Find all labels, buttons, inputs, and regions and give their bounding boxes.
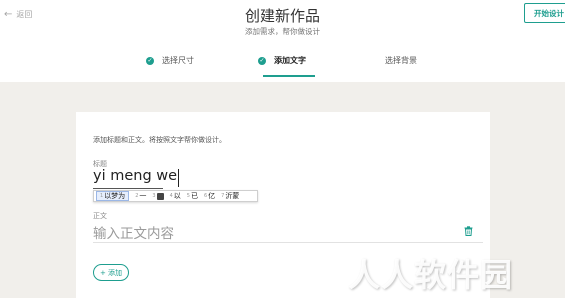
- ime-candidate[interactable]: 2 一: [135, 191, 146, 201]
- ime-candidate-bar: 1 以梦为 2 一 3 4 以 5 已 6 亿 7 沂蒙: [93, 190, 258, 202]
- body-input-underline: [93, 242, 483, 243]
- body-input[interactable]: 输入正文内容: [93, 222, 174, 242]
- text-caret: [178, 169, 180, 187]
- step-label: 选择背景: [385, 56, 417, 65]
- trash-icon[interactable]: [464, 226, 473, 236]
- title-input-value: yi meng we: [93, 168, 178, 184]
- title-input-underline: [93, 188, 163, 189]
- form-hint: 添加标题和正文。将按照文字帮你做设计。: [93, 136, 226, 144]
- body-label: 正文: [93, 212, 107, 220]
- step-add-text[interactable]: ✓ 添加文字: [258, 55, 306, 66]
- image-candidate-icon: [156, 192, 164, 200]
- active-step-indicator: [263, 75, 315, 77]
- title-input[interactable]: yi meng we: [93, 168, 256, 188]
- ime-candidate[interactable]: 3: [152, 192, 164, 200]
- ime-candidate[interactable]: 4 以: [170, 191, 181, 201]
- ime-candidate[interactable]: 7 沂蒙: [221, 191, 239, 201]
- step-select-background[interactable]: 选择背景: [385, 55, 417, 66]
- add-field-button[interactable]: + 添加: [93, 264, 129, 281]
- ime-candidate[interactable]: 6 亿: [204, 191, 215, 201]
- header-bar: ← 返回 创建新作品 添加需求，帮你做设计 ✓ 选择尺寸 ✓ 添加文字 选择背景: [0, 0, 565, 82]
- check-circle-icon: ✓: [258, 56, 266, 65]
- step-select-size[interactable]: ✓ 选择尺寸: [146, 55, 194, 66]
- check-circle-icon: ✓: [146, 56, 154, 65]
- step-label: 选择尺寸: [162, 56, 194, 65]
- ime-candidate[interactable]: 5 已: [187, 191, 198, 201]
- page-subtitle: 添加需求，帮你做设计: [245, 27, 320, 36]
- start-design-button[interactable]: 开始设计: [524, 3, 565, 23]
- watermark: 人人软件园: [348, 256, 514, 294]
- ime-candidate[interactable]: 1 以梦为: [96, 191, 130, 201]
- page-title: 创建新作品: [244, 7, 320, 25]
- page-background: [0, 82, 565, 112]
- step-label: 添加文字: [274, 56, 306, 65]
